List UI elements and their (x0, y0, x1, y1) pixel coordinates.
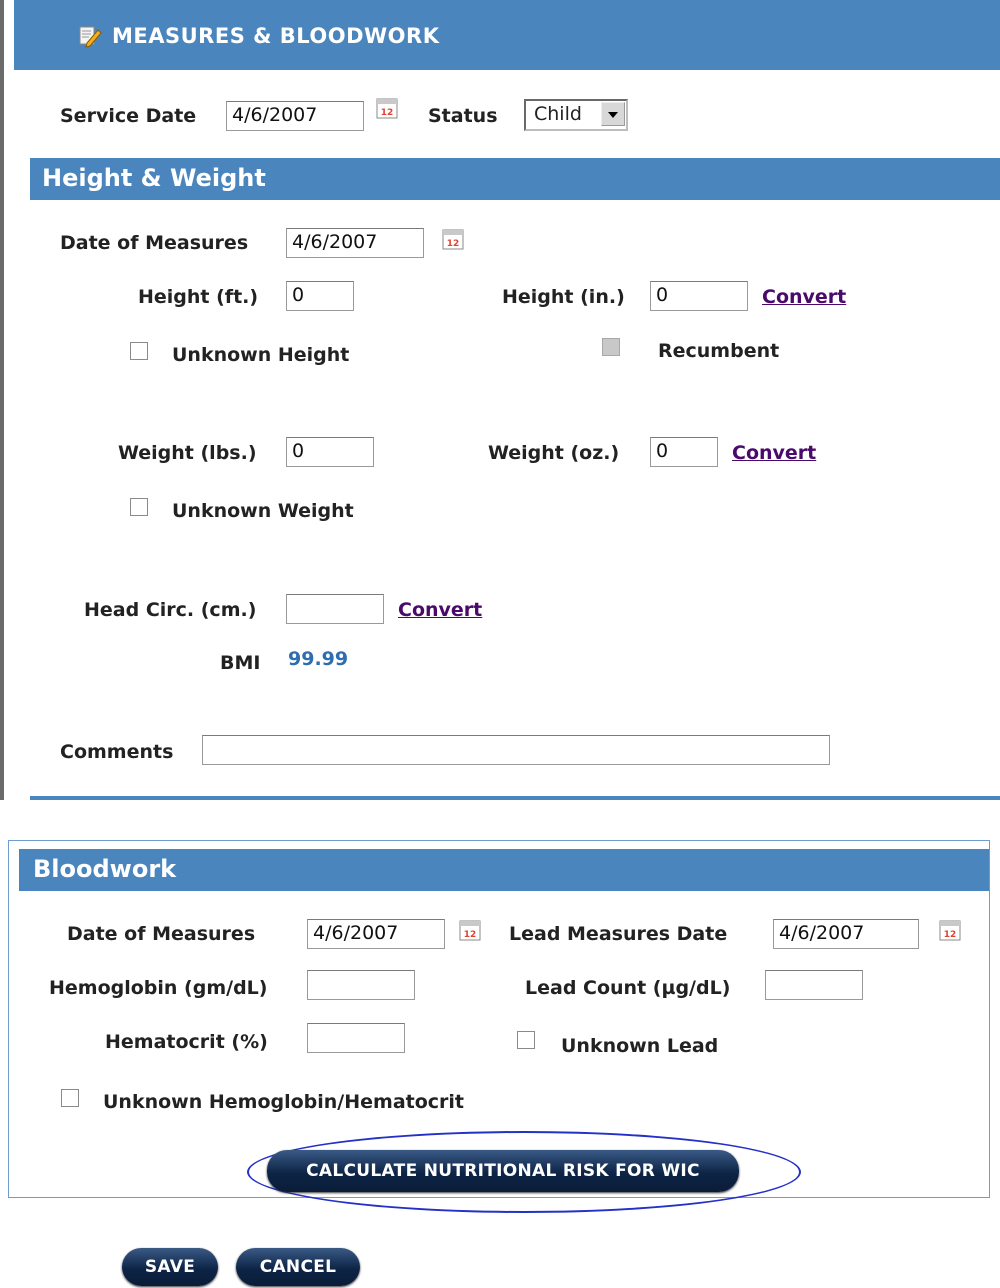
height-in-input[interactable]: 0 (650, 281, 748, 311)
chevron-down-icon[interactable] (601, 102, 625, 126)
unknown-height-label: Unknown Height (172, 344, 350, 366)
lead-date-label: Lead Measures Date (509, 923, 728, 945)
bloodwork-header: Bloodwork (19, 849, 989, 891)
page-title: MEASURES & BLOODWORK (112, 24, 440, 48)
convert-weight-link[interactable]: Convert (732, 442, 816, 464)
measures-panel: MEASURES & BLOODWORK Service Date 4/6/20… (0, 0, 1000, 800)
unknown-height-checkbox[interactable] (130, 342, 148, 360)
weight-lbs-input[interactable]: 0 (286, 437, 374, 467)
section-title-bloodwork: Bloodwork (33, 855, 177, 883)
unknown-weight-label: Unknown Weight (172, 500, 354, 522)
recumbent-label: Recumbent (658, 340, 780, 362)
lead-count-label: Lead Count (µg/dL) (525, 977, 731, 999)
hematocrit-label: Hematocrit (%) (105, 1031, 268, 1053)
comments-input[interactable] (202, 735, 830, 765)
hematocrit-input[interactable] (307, 1023, 405, 1053)
svg-text:12: 12 (464, 930, 477, 940)
status-label: Status (428, 105, 498, 127)
svg-text:12: 12 (381, 108, 394, 118)
save-button[interactable]: SAVE (122, 1248, 218, 1286)
weight-oz-label: Weight (oz.) (488, 442, 620, 464)
unknown-hemoglobin-checkbox[interactable] (61, 1089, 79, 1107)
convert-head-circ-link[interactable]: Convert (398, 599, 482, 621)
calendar-icon[interactable]: 12 (442, 228, 464, 250)
panel-bottom-rule (30, 796, 1000, 800)
status-select[interactable]: Child (524, 99, 628, 131)
unknown-weight-checkbox[interactable] (130, 498, 148, 516)
head-circ-input[interactable] (286, 594, 384, 624)
height-weight-header: Height & Weight (30, 158, 1000, 200)
date-of-measures-label: Date of Measures (60, 232, 249, 254)
height-ft-input[interactable]: 0 (286, 281, 354, 311)
hemoglobin-input[interactable] (307, 970, 415, 1000)
service-date-label: Service Date (60, 105, 197, 127)
measures-header: MEASURES & BLOODWORK (14, 0, 1000, 70)
lead-count-input[interactable] (765, 970, 863, 1000)
calendar-icon[interactable]: 12 (376, 97, 398, 119)
bmi-value: 99.99 (288, 648, 349, 670)
panel-left-border (0, 0, 14, 800)
lead-date-input[interactable]: 4/6/2007 (773, 919, 919, 949)
bloodwork-date-label: Date of Measures (67, 923, 256, 945)
unknown-hemoglobin-label: Unknown Hemoglobin/Hematocrit (103, 1091, 465, 1113)
service-date-input[interactable]: 4/6/2007 (226, 101, 364, 131)
calendar-icon[interactable]: 12 (939, 919, 961, 941)
unknown-lead-label: Unknown Lead (561, 1035, 719, 1057)
date-of-measures-input[interactable]: 4/6/2007 (286, 228, 424, 258)
svg-text:12: 12 (944, 930, 957, 940)
hemoglobin-label: Hemoglobin (gm/dL) (49, 977, 268, 999)
unknown-lead-checkbox[interactable] (517, 1031, 535, 1049)
height-ft-label: Height (ft.) (138, 286, 259, 308)
head-circ-label: Head Circ. (cm.) (84, 599, 257, 621)
bloodwork-panel: Bloodwork Date of Measures 4/6/2007 12 L… (8, 840, 990, 1213)
cancel-button[interactable]: CANCEL (236, 1248, 360, 1286)
weight-lbs-label: Weight (lbs.) (118, 442, 257, 464)
bloodwork-date-input[interactable]: 4/6/2007 (307, 919, 445, 949)
section-title-height-weight: Height & Weight (42, 164, 266, 192)
recumbent-checkbox[interactable] (602, 338, 620, 356)
comments-label: Comments (60, 741, 174, 763)
svg-text:12: 12 (447, 239, 460, 249)
calculate-nutritional-risk-button[interactable]: CALCULATE NUTRITIONAL RISK FOR WIC (267, 1150, 739, 1192)
edit-note-icon (78, 24, 102, 48)
convert-height-link[interactable]: Convert (762, 286, 846, 308)
weight-oz-input[interactable]: 0 (650, 437, 718, 467)
height-in-label: Height (in.) (502, 286, 625, 308)
status-select-value: Child (534, 103, 582, 125)
calendar-icon[interactable]: 12 (459, 919, 481, 941)
bmi-label: BMI (220, 652, 261, 674)
